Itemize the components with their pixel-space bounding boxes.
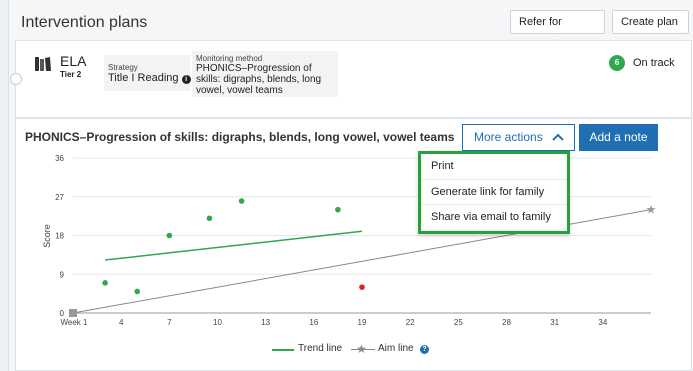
progress-chart: 0 9 18 27 36 Week 1 4 7 10 13 16 19 22 25 28 31 34 Score ★ xyxy=(42,154,657,327)
data-point xyxy=(102,280,108,286)
x-tick-label: 34 xyxy=(598,318,607,327)
menu-item-print[interactable]: Print xyxy=(421,154,567,180)
x-tick-label: 4 xyxy=(119,318,124,327)
data-point xyxy=(166,232,173,239)
aim-end-star: ★ xyxy=(646,203,657,217)
y-tick-label: 0 xyxy=(60,309,65,318)
x-tick-label: 28 xyxy=(502,318,511,327)
data-point xyxy=(335,206,341,213)
menu-item-share-email[interactable]: Share via email to family xyxy=(421,205,567,231)
chart-legend: Trend line ★ Aim line ? xyxy=(0,342,693,356)
y-axis-label: Score xyxy=(42,224,52,248)
data-point xyxy=(238,198,245,204)
trend-line-swatch xyxy=(272,349,294,351)
x-tick-label: 22 xyxy=(406,318,415,327)
legend-aim-label: Aim line xyxy=(378,343,414,354)
star-icon: ★ xyxy=(356,342,367,356)
x-tick-label: Week 1 xyxy=(61,318,89,327)
y-tick-label: 27 xyxy=(55,193,64,202)
help-icon[interactable]: ? xyxy=(420,345,429,354)
x-tick-label: 10 xyxy=(213,318,222,327)
x-tick-label: 25 xyxy=(454,318,463,327)
x-tick-label: 7 xyxy=(167,318,172,327)
data-point xyxy=(134,288,141,295)
data-point xyxy=(206,215,213,222)
menu-item-generate-link[interactable]: Generate link for family xyxy=(421,180,567,206)
aim-start-marker xyxy=(69,309,77,317)
y-tick-label: 9 xyxy=(60,270,65,279)
y-tick-label: 36 xyxy=(55,154,64,163)
x-tick-label: 16 xyxy=(309,318,318,327)
data-point xyxy=(359,284,365,290)
more-actions-menu: Print Generate link for family Share via… xyxy=(418,151,570,234)
y-tick-label: 18 xyxy=(55,232,64,241)
legend-trend-label: Trend line xyxy=(298,343,343,354)
x-tick-label: 19 xyxy=(358,318,367,327)
x-tick-label: 31 xyxy=(550,318,559,327)
x-tick-label: 13 xyxy=(261,318,270,327)
